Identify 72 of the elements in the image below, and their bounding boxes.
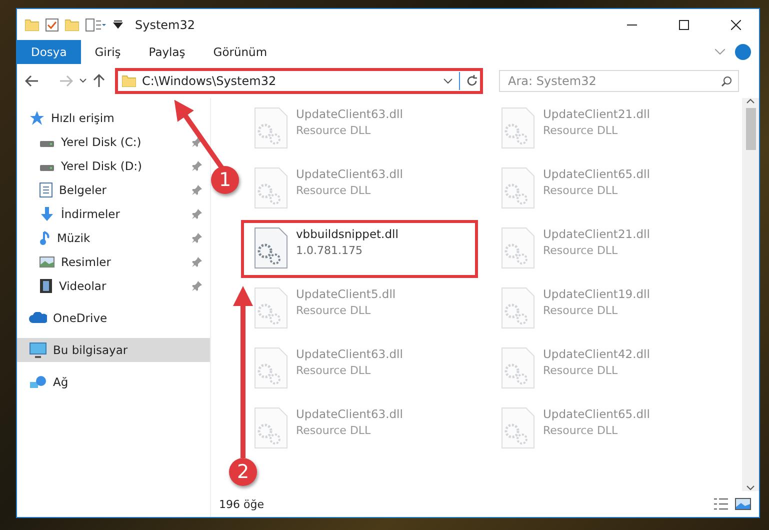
refresh-icon (466, 75, 478, 87)
search-icon (721, 76, 732, 86)
gear-file-icon (254, 407, 288, 449)
pin-icon (192, 233, 202, 243)
address-bar[interactable]: C:\Windows\System32 (115, 68, 483, 94)
picture-icon (39, 255, 55, 269)
back-arrow-icon (25, 75, 39, 87)
gear-file-icon (254, 347, 288, 389)
gear-file-icon (501, 287, 535, 329)
file-item[interactable]: vbbuildsnippet.dll 1.0.781.175 (241, 220, 478, 278)
gear-file-icon (501, 227, 535, 269)
maximize-icon (679, 20, 689, 30)
sidebar-item[interactable]: Resimler (17, 250, 210, 274)
up-arrow-icon (93, 74, 105, 88)
gear-file-icon (501, 407, 535, 449)
sidebar-item[interactable]: Yerel Disk (D:) (17, 154, 210, 178)
window-title: System32 (135, 18, 196, 32)
scrollbar[interactable] (742, 98, 759, 491)
ribbon-tab[interactable]: Giriş (80, 40, 135, 64)
sidebar-item[interactable]: OneDrive (17, 306, 210, 330)
pin-icon (192, 281, 202, 291)
gear-file-icon (254, 107, 288, 149)
sidebar-item[interactable]: Ağ (17, 370, 210, 394)
sidebar-item[interactable]: İndirmeler (17, 202, 210, 226)
download-arrow-icon (39, 206, 55, 222)
help-icon (735, 44, 751, 60)
document-icon (39, 182, 53, 198)
dropdown-caret-icon (443, 78, 453, 84)
checklist-icon (45, 18, 59, 32)
expand-ribbon-icon (715, 49, 725, 55)
monitor-icon (29, 342, 47, 358)
ribbon-tab[interactable]: Dosya (17, 40, 81, 64)
scrollbar-thumb[interactable] (746, 108, 756, 150)
folder-icon (122, 75, 136, 87)
music-note-icon (39, 230, 51, 246)
gear-file-icon (501, 107, 535, 149)
sidebar-item[interactable]: Bu bilgisayar (17, 338, 210, 362)
large-icons-view-icon (735, 497, 751, 511)
gear-file-icon (254, 227, 288, 269)
pin-icon (192, 185, 202, 195)
pin-icon (192, 161, 202, 171)
sidebar-item[interactable]: Müzik (17, 226, 210, 250)
details-view-icon (713, 497, 729, 511)
gear-file-icon (254, 287, 288, 329)
scroll-down-icon (746, 485, 755, 491)
recent-caret-icon (79, 78, 87, 84)
film-strip-icon (39, 278, 53, 294)
sidebar-item[interactable]: Videolar (17, 274, 210, 298)
gear-file-icon (501, 347, 535, 389)
arrow (174, 100, 224, 170)
pin-icon (192, 209, 202, 219)
close-icon (731, 20, 741, 30)
pin-icon (192, 257, 202, 267)
search-field[interactable]: Ara: System32 (499, 70, 739, 92)
pin-icon (192, 137, 202, 147)
network-globe-icon (29, 374, 47, 390)
folder-icon (25, 18, 39, 30)
gear-file-icon (254, 167, 288, 209)
properties-icon (85, 18, 107, 32)
scroll-up-icon (746, 98, 755, 104)
sidebar-item[interactable]: Hızlı erişim (17, 106, 210, 130)
ribbon-tab[interactable]: Paylaş (134, 40, 200, 64)
dropdown-icon (113, 20, 123, 30)
folder-icon (65, 18, 79, 30)
star-icon (29, 110, 45, 126)
cloud-icon (29, 312, 47, 324)
gear-file-icon (501, 167, 535, 209)
sidebar-item[interactable]: Belgeler (17, 178, 210, 202)
forward-arrow-icon (59, 75, 73, 87)
item-count: 196 öğe (219, 498, 265, 510)
sidebar-item[interactable]: Yerel Disk (C:) (17, 130, 210, 154)
ribbon-tab[interactable]: Görünüm (199, 40, 282, 64)
